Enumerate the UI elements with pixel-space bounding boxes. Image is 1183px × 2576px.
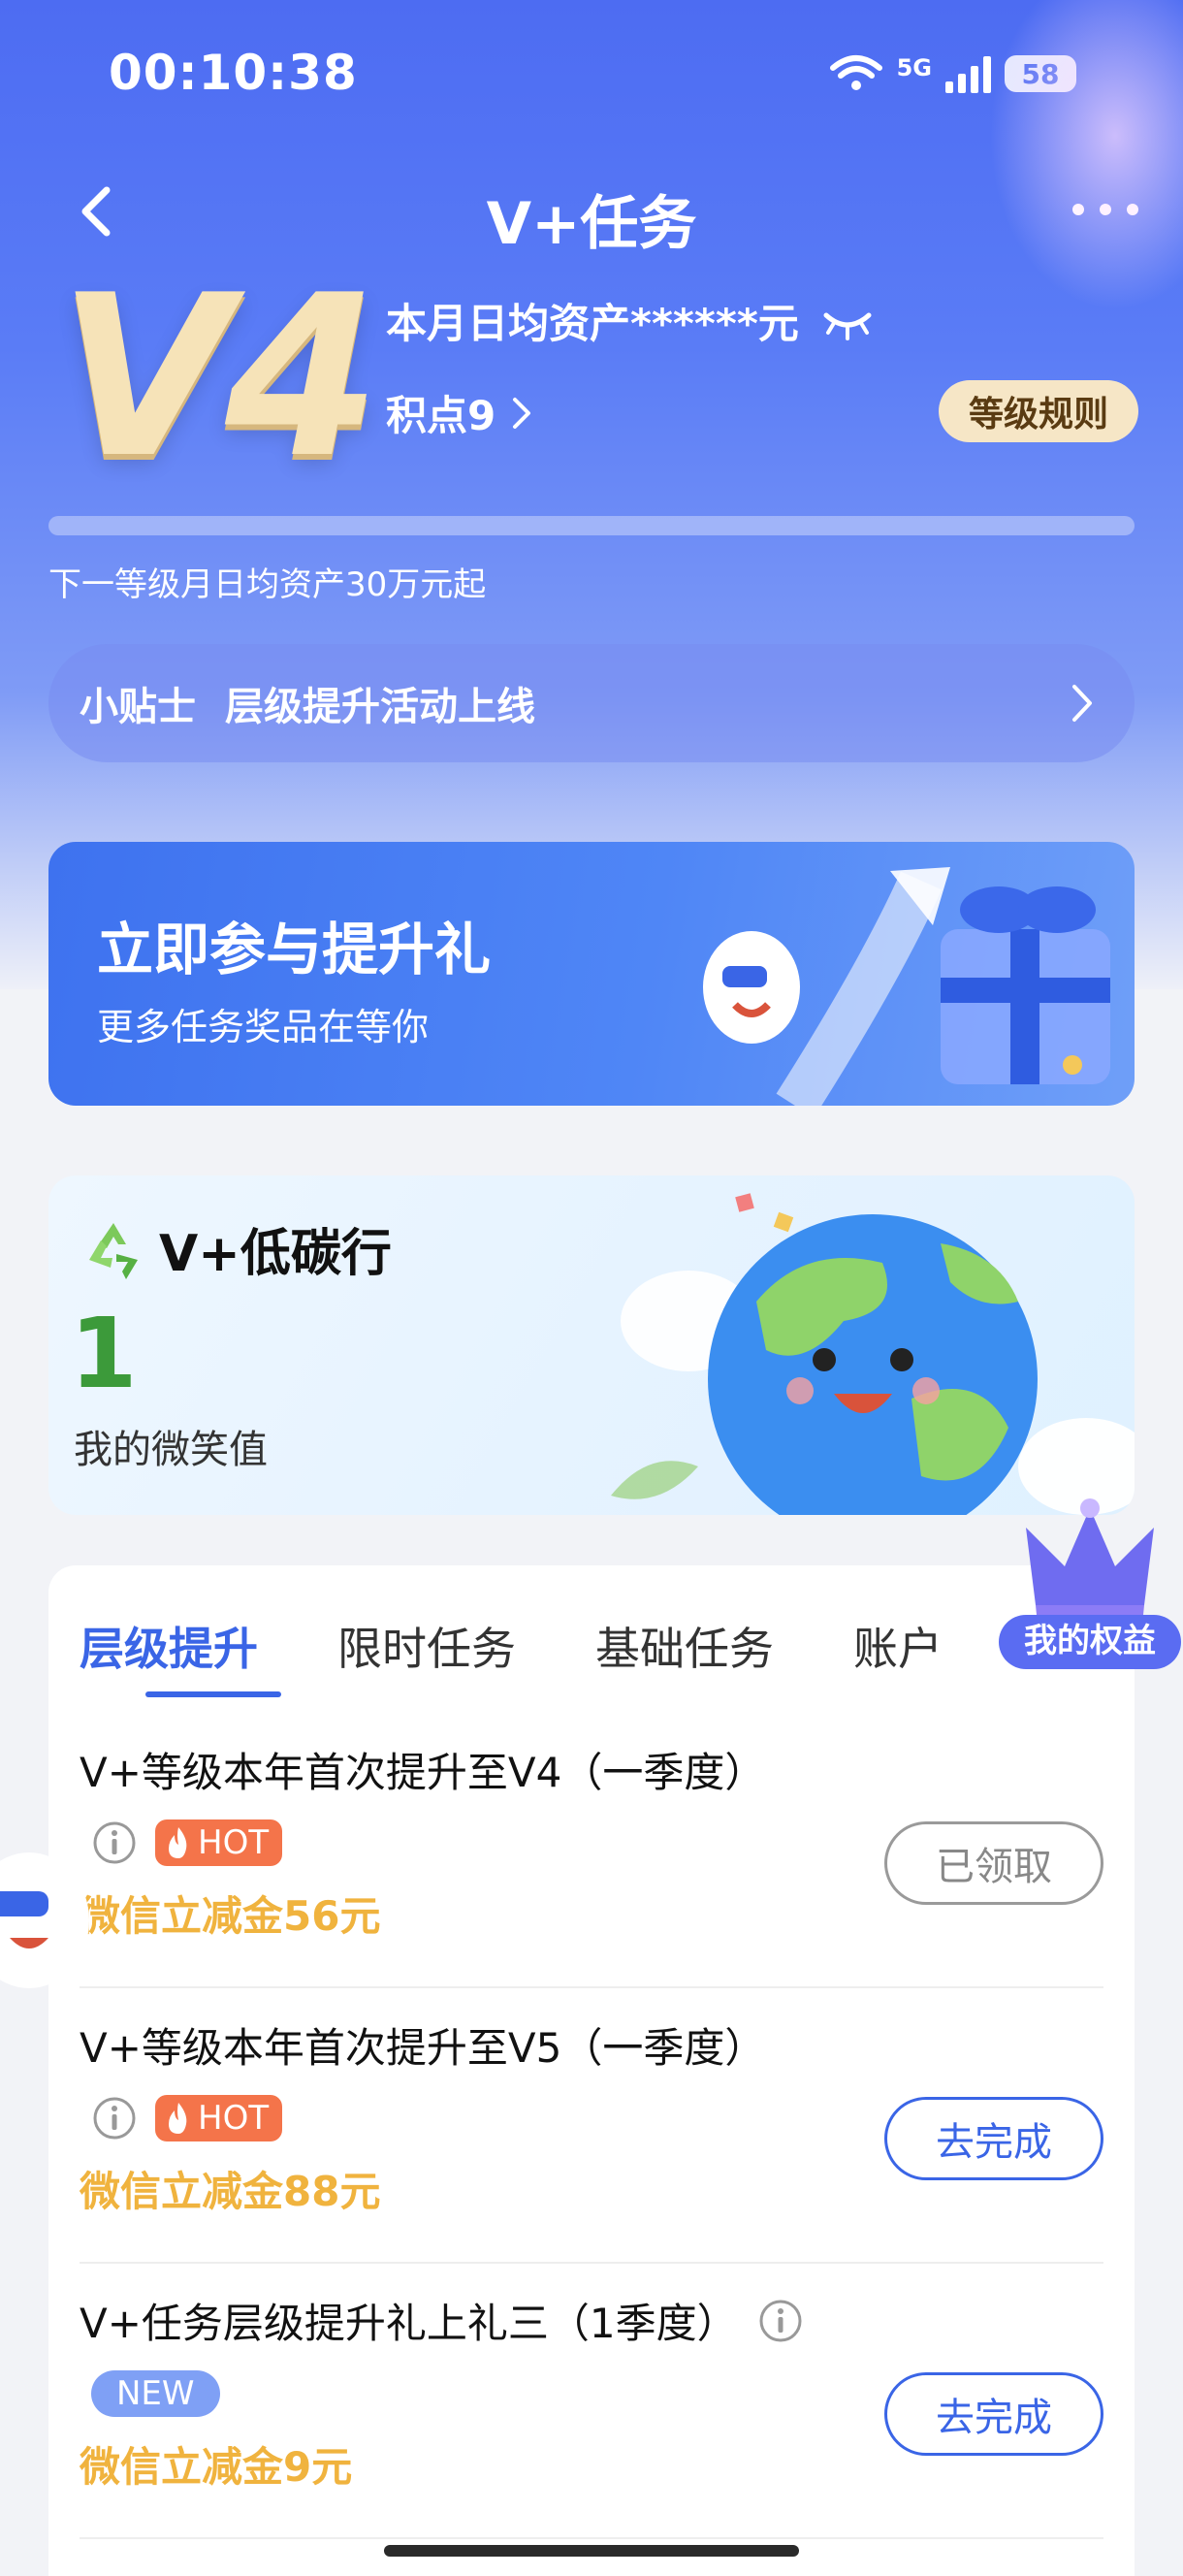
tips-label: 小贴士 — [80, 685, 196, 729]
new-badge: NEW — [91, 2370, 220, 2417]
info-icon[interactable] — [757, 2298, 804, 2344]
low-carbon-card[interactable]: V+低碳行 1 我的微笑值 — [48, 1175, 1135, 1515]
nav-bar: V+任务 — [0, 165, 1183, 262]
flame-icon — [169, 1827, 187, 1858]
eye-closed-icon[interactable] — [820, 302, 875, 340]
tips-banner[interactable]: 小贴士 层级提升活动上线 — [48, 644, 1135, 762]
carbon-header: V+低碳行 — [81, 1212, 392, 1285]
header-background: 00:10:38 5G 58 V+任务 V4 本月日均资产******元 积点9… — [0, 0, 1183, 989]
flame-icon — [169, 2103, 187, 2134]
home-indicator — [384, 2545, 799, 2557]
task-title: V+等级本年首次提升至V4（一季度） — [80, 1749, 766, 1796]
task-panel: 层级提升 限时任务 基础任务 账户 V+等级本年首次提升至V4（一季度） HOT… — [48, 1565, 1135, 2576]
task-tags: HOT — [91, 1819, 283, 1866]
task-item: V+任务层级提升礼上礼三（1季度） NEW 微信立减金9元 去完成 — [80, 2262, 1103, 2539]
info-icon[interactable] — [91, 2095, 138, 2141]
task-title-text: V+任务层级提升礼上礼三（1季度） — [80, 2300, 738, 2347]
my-benefits-button[interactable]: 我的权益 — [997, 1469, 1183, 1673]
smile-value: 1 — [70, 1297, 138, 1410]
hot-badge-label: HOT — [198, 1823, 270, 1862]
tab-account[interactable]: 账户 — [853, 1614, 943, 1678]
promo-subtitle: 更多任务奖品在等你 — [97, 1006, 430, 1048]
carbon-title: V+低碳行 — [159, 1225, 392, 1283]
promo-title: 立即参与提升礼 — [97, 917, 492, 982]
more-menu-icon[interactable] — [1067, 190, 1144, 229]
my-benefits-label: 我的权益 — [1024, 1622, 1156, 1660]
chevron-right-icon — [513, 397, 531, 429]
points-text: 积点9 — [386, 392, 496, 439]
info-icon[interactable] — [91, 1819, 138, 1866]
tab-basic[interactable]: 基础任务 — [595, 1614, 774, 1678]
task-reward: 微信立减金9元 — [80, 2443, 353, 2491]
status-time: 00:10:38 — [109, 45, 358, 101]
task-tabs: 层级提升 限时任务 基础任务 账户 — [80, 1614, 943, 1678]
level-rules-button[interactable]: 等级规则 — [939, 380, 1138, 442]
mascot-floating-icon[interactable] — [0, 1833, 97, 1998]
task-tags: HOT — [91, 2095, 283, 2141]
recycle-icon — [89, 1222, 138, 1279]
chevron-right-icon — [1072, 685, 1092, 722]
signal-icon — [945, 54, 991, 93]
task-item: V+等级本年首次提升至V4（一季度） HOT 微信立减金56元 已领取 — [80, 1711, 1103, 1988]
active-tab-indicator — [145, 1691, 281, 1697]
claimed-button[interactable]: 已领取 — [884, 1821, 1103, 1905]
status-icons: 5G 58 — [829, 54, 1076, 93]
hot-badge: HOT — [155, 1819, 283, 1866]
task-reward: 微信立减金56元 — [80, 1892, 381, 1940]
points-link[interactable]: 积点9 — [386, 383, 534, 442]
battery-indicator: 58 — [1005, 55, 1076, 92]
status-bar: 00:10:38 5G 58 — [0, 39, 1183, 107]
network-label: 5G — [896, 54, 932, 81]
task-tags: NEW — [91, 2370, 220, 2417]
complete-task-button[interactable]: 去完成 — [884, 2097, 1103, 2180]
task-item: V+等级本年首次提升至V5（一季度） HOT 微信立减金88元 去完成 — [80, 1986, 1103, 2264]
assets-text: 本月日均资产******元 — [386, 300, 799, 347]
wifi-icon — [829, 55, 882, 90]
member-level: V4 — [58, 248, 380, 507]
gift-box-illustration — [703, 867, 1110, 1106]
task-title: V+等级本年首次提升至V5（一季度） — [80, 2024, 766, 2072]
complete-task-button[interactable]: 去完成 — [884, 2372, 1103, 2456]
hot-badge-label: HOT — [198, 2099, 270, 2138]
upgrade-promo-banner[interactable]: 立即参与提升礼 更多任务奖品在等你 — [48, 842, 1135, 1106]
tab-level-up[interactable]: 层级提升 — [80, 1614, 258, 1678]
monthly-assets: 本月日均资产******元 — [386, 291, 875, 350]
smile-value-label: 我的微笑值 — [74, 1428, 268, 1472]
tips-text: 层级提升活动上线 — [225, 685, 535, 729]
task-title: V+任务层级提升礼上礼三（1季度） — [80, 2291, 804, 2350]
task-reward: 微信立减金88元 — [80, 2168, 381, 2215]
earth-illustration — [611, 1193, 1135, 1515]
tab-limited[interactable]: 限时任务 — [337, 1614, 516, 1678]
hot-badge: HOT — [155, 2095, 283, 2141]
next-level-text: 下一等级月日均资产30万元起 — [48, 565, 487, 604]
level-progress-bar — [48, 516, 1135, 535]
